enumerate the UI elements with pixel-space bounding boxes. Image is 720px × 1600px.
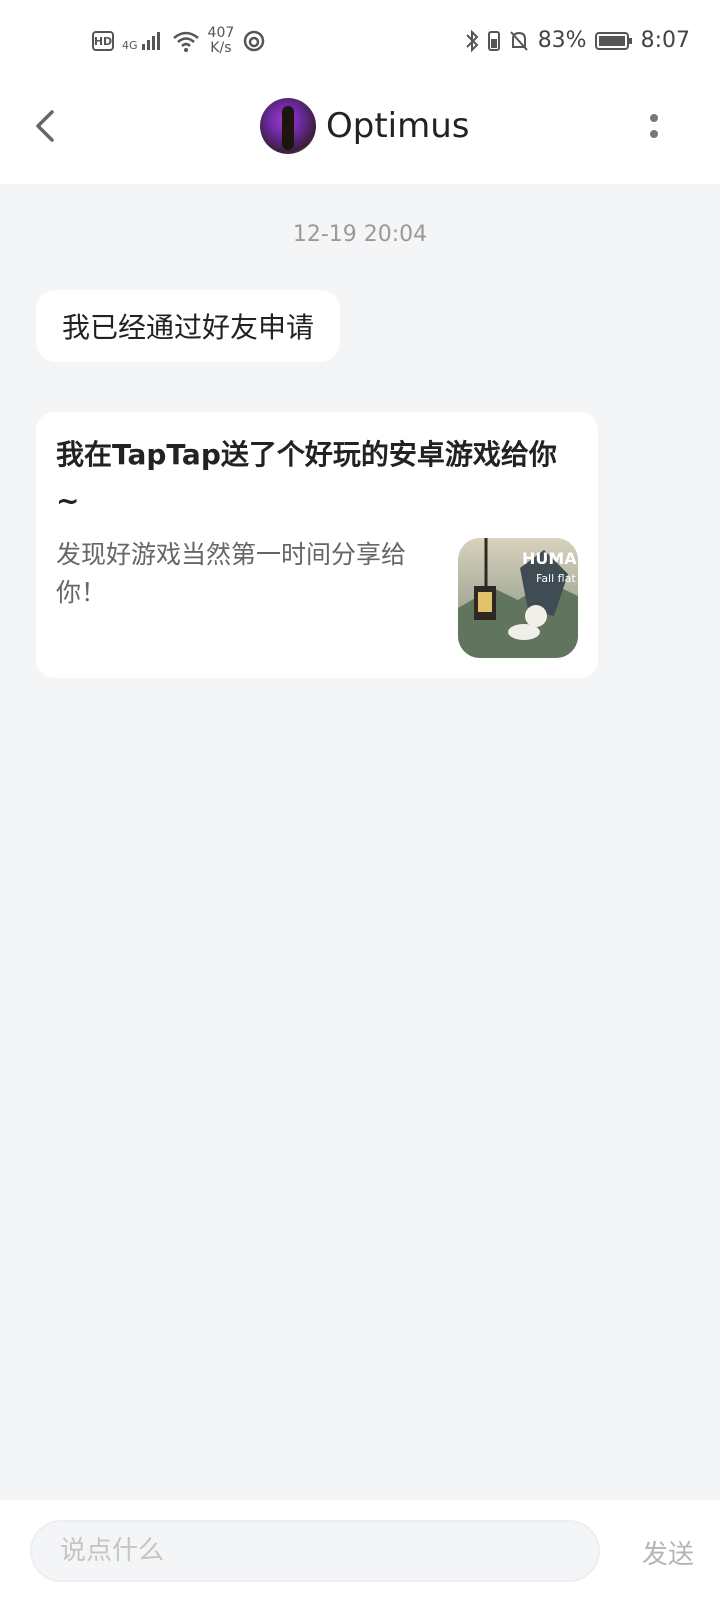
battery-icon [594, 31, 632, 50]
bell-off-icon [509, 30, 528, 51]
app-notification-icon [244, 30, 265, 52]
bluetooth-icon [465, 29, 479, 52]
avatar[interactable] [260, 98, 316, 154]
game-thumbnail[interactable]: HUMAN Fall flat [458, 538, 578, 658]
status-left: HD 4G 407 K/s [92, 26, 266, 56]
send-button[interactable]: 发送 [642, 1534, 694, 1571]
network-speed-value: 407 [207, 25, 235, 41]
game-logo-subtitle: Fall flat [536, 572, 576, 585]
chat-title[interactable]: Optimus [260, 98, 470, 154]
message-input[interactable] [30, 1520, 600, 1582]
status-bar: HD 4G 407 K/s 83% 8:07 [0, 0, 720, 88]
network-speed: 407 K/s [208, 26, 235, 56]
network-type: 4G [122, 39, 138, 52]
back-button[interactable] [28, 106, 68, 146]
contact-name: Optimus [326, 106, 470, 146]
hd-icon: HD [92, 31, 114, 51]
network-speed-unit: K/s [210, 40, 232, 56]
clock: 8:07 [640, 28, 690, 53]
battery-percent: 83% [537, 28, 587, 53]
chat-header: Optimus [0, 88, 720, 184]
share-card-title: 我在TapTap送了个好玩的安卓游戏给你~ [56, 438, 557, 517]
signal-icon: 4G [122, 30, 164, 52]
status-right: 83% 8:07 [464, 28, 690, 53]
share-card-description: 发现好游戏当然第一时间分享给你！ [56, 540, 407, 607]
game-logo-title: HUMAN [522, 549, 578, 568]
vibrate-battery-icon [487, 30, 500, 51]
share-card[interactable]: 我在TapTap送了个好玩的安卓游戏给你~ 发现好游戏当然第一时间分享给你！ H… [36, 412, 598, 678]
composer-bar: 发送 [0, 1500, 720, 1600]
wifi-icon [172, 31, 199, 52]
message-timestamp: 12-19 20:04 [292, 222, 428, 247]
message-bubble[interactable]: 我已经通过好友申请 [36, 290, 341, 362]
more-options-icon[interactable] [648, 108, 660, 148]
